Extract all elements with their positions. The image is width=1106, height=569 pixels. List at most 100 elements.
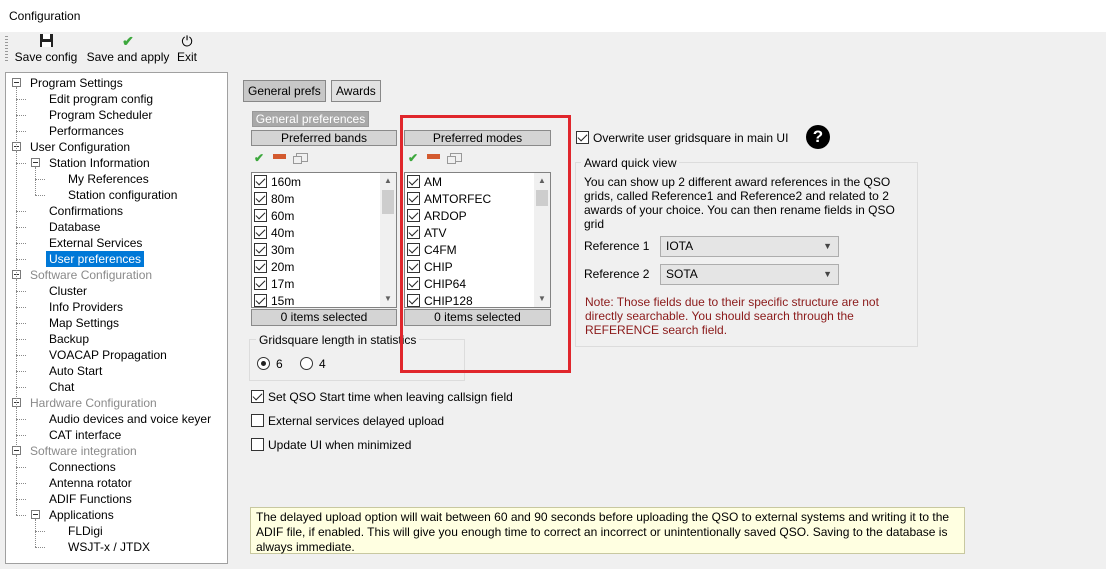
checkbox-icon — [254, 192, 267, 205]
collapse-icon[interactable] — [12, 446, 21, 455]
collapse-icon[interactable] — [31, 510, 40, 519]
tree-item[interactable]: Software Configuration — [30, 267, 152, 283]
tree-connector — [16, 259, 26, 260]
list-item[interactable]: 40m — [254, 225, 294, 242]
tree-connector — [35, 531, 45, 532]
select-all-icon[interactable]: ✔ — [254, 151, 264, 165]
tree-item[interactable]: Edit program config — [49, 91, 153, 107]
save-config-label: Save config — [14, 50, 78, 64]
tree-item[interactable]: Station Information — [49, 155, 150, 171]
tab-awards[interactable]: Awards — [331, 80, 381, 102]
list-item[interactable]: 30m — [254, 242, 294, 259]
tree-item[interactable]: Program Scheduler — [49, 107, 152, 123]
gridsquare-label: Gridsquare length in statistics — [256, 333, 420, 347]
tree-item[interactable]: Antenna rotator — [49, 475, 132, 491]
checkbox-icon — [254, 243, 267, 256]
bands-list[interactable]: ▲ ▼ 160m 80m 60m 40m 30m 20m 17m 15m — [251, 172, 397, 308]
tree-item[interactable]: Station configuration — [68, 187, 177, 203]
tree-connector — [16, 371, 26, 372]
ref1-label: Reference 1 — [584, 239, 650, 253]
ref1-select[interactable]: IOTA ▼ — [660, 236, 839, 257]
grid-radio-4[interactable]: 4 — [300, 356, 326, 372]
save-apply-button[interactable]: ✔ Save and apply — [86, 33, 170, 67]
update-minimized-checkbox[interactable]: Update UI when minimized — [251, 437, 411, 453]
tree-connector — [16, 355, 26, 356]
deselect-all-icon[interactable] — [273, 154, 287, 159]
set-qso-start-label: Set QSO Start time when leaving callsign… — [268, 390, 513, 404]
checkbox-icon — [254, 175, 267, 188]
tree-item[interactable]: Map Settings — [49, 315, 119, 331]
award-group-label: Award quick view — [581, 156, 680, 170]
settings-tree[interactable]: Program Settings Edit program config Progr… — [5, 72, 228, 564]
tree-item[interactable]: Connections — [49, 459, 116, 475]
list-item[interactable]: 17m — [254, 276, 294, 293]
chevron-down-icon: ▼ — [823, 269, 832, 279]
preferred-bands-header: Preferred bands — [251, 130, 397, 146]
tree-item[interactable]: CAT interface — [49, 427, 121, 443]
radio-icon — [257, 357, 270, 370]
checkbox-icon — [254, 260, 267, 273]
tree-item[interactable]: Audio devices and voice keyer — [49, 411, 211, 427]
tree-item[interactable]: Cluster — [49, 283, 87, 299]
tree-item[interactable]: WSJT-x / JTDX — [68, 539, 150, 555]
scroll-thumb[interactable] — [382, 190, 394, 214]
tree-item[interactable]: Chat — [49, 379, 74, 395]
tree-item[interactable]: User preferences — [46, 251, 145, 267]
list-item[interactable]: 80m — [254, 191, 294, 208]
tree-item[interactable]: Backup — [49, 331, 89, 347]
checkbox-icon — [251, 390, 264, 403]
overwrite-grid-checkbox[interactable]: Overwrite user gridsquare in main UI — [576, 130, 788, 146]
general-preferences-label: General preferences — [252, 111, 369, 127]
tree-item[interactable]: Confirmations — [49, 203, 123, 219]
toolbar: Save config ✔ Save and apply ⏻ Exit — [0, 32, 1106, 68]
tree-item[interactable]: External Services — [49, 235, 142, 251]
tree-item[interactable]: Database — [49, 219, 100, 235]
scroll-down-icon[interactable]: ▼ — [380, 291, 396, 307]
tree-item[interactable]: ADIF Functions — [49, 491, 132, 507]
scroll-up-icon[interactable]: ▲ — [380, 173, 396, 189]
list-item[interactable]: 20m — [254, 259, 294, 276]
tree-item[interactable]: Applications — [49, 507, 114, 523]
tree-connector — [16, 87, 17, 447]
tree-item[interactable]: FLDigi — [68, 523, 103, 539]
save-config-button[interactable]: Save config — [14, 33, 78, 67]
grid-radio-6[interactable]: 6 — [257, 356, 283, 372]
toolbar-grip[interactable] — [5, 36, 8, 62]
tab-general-prefs[interactable]: General prefs — [243, 80, 326, 102]
window-title: Configuration — [9, 9, 81, 23]
list-item[interactable]: 60m — [254, 208, 294, 225]
tree-item[interactable]: User Configuration — [30, 139, 130, 155]
tree-item[interactable]: Program Settings — [30, 75, 123, 91]
tree-connector — [16, 115, 26, 116]
tree-item[interactable]: Auto Start — [49, 363, 102, 379]
tree-item[interactable]: My References — [68, 171, 149, 187]
list-item[interactable]: 160m — [254, 174, 301, 191]
help-icon[interactable]: ? — [806, 125, 830, 149]
checkbox-icon — [251, 414, 264, 427]
set-qso-start-checkbox[interactable]: Set QSO Start time when leaving callsign… — [251, 389, 513, 405]
copy-icon[interactable] — [292, 153, 308, 164]
save-apply-label: Save and apply — [86, 50, 170, 64]
ext-delayed-checkbox[interactable]: External services delayed upload — [251, 413, 444, 429]
tree-connector — [16, 163, 26, 164]
tree-item[interactable]: Info Providers — [49, 299, 123, 315]
tree-connector — [35, 519, 36, 547]
chevron-down-icon: ▼ — [823, 241, 832, 251]
collapse-icon[interactable] — [31, 158, 40, 167]
floppy-icon — [14, 33, 78, 50]
bands-scrollbar[interactable]: ▲ ▼ — [380, 173, 396, 307]
tree-item[interactable]: VOACAP Propagation — [49, 347, 167, 363]
ext-delayed-label: External services delayed upload — [268, 414, 445, 428]
collapse-icon[interactable] — [12, 78, 21, 87]
list-item[interactable]: 15m — [254, 293, 294, 310]
list-item-label: 30m — [271, 243, 295, 257]
tree-connector — [16, 99, 26, 100]
tree-item[interactable]: Performances — [49, 123, 124, 139]
list-item-label: 20m — [271, 260, 295, 274]
exit-button[interactable]: ⏻ Exit — [176, 33, 198, 67]
award-description: You can show up 2 different award refere… — [584, 175, 895, 231]
ref2-select[interactable]: SOTA ▼ — [660, 264, 839, 285]
tree-item[interactable]: Hardware Configuration — [30, 395, 157, 411]
tree-item[interactable]: Software integration — [30, 443, 137, 459]
bands-toolbar: ✔ — [254, 151, 314, 167]
